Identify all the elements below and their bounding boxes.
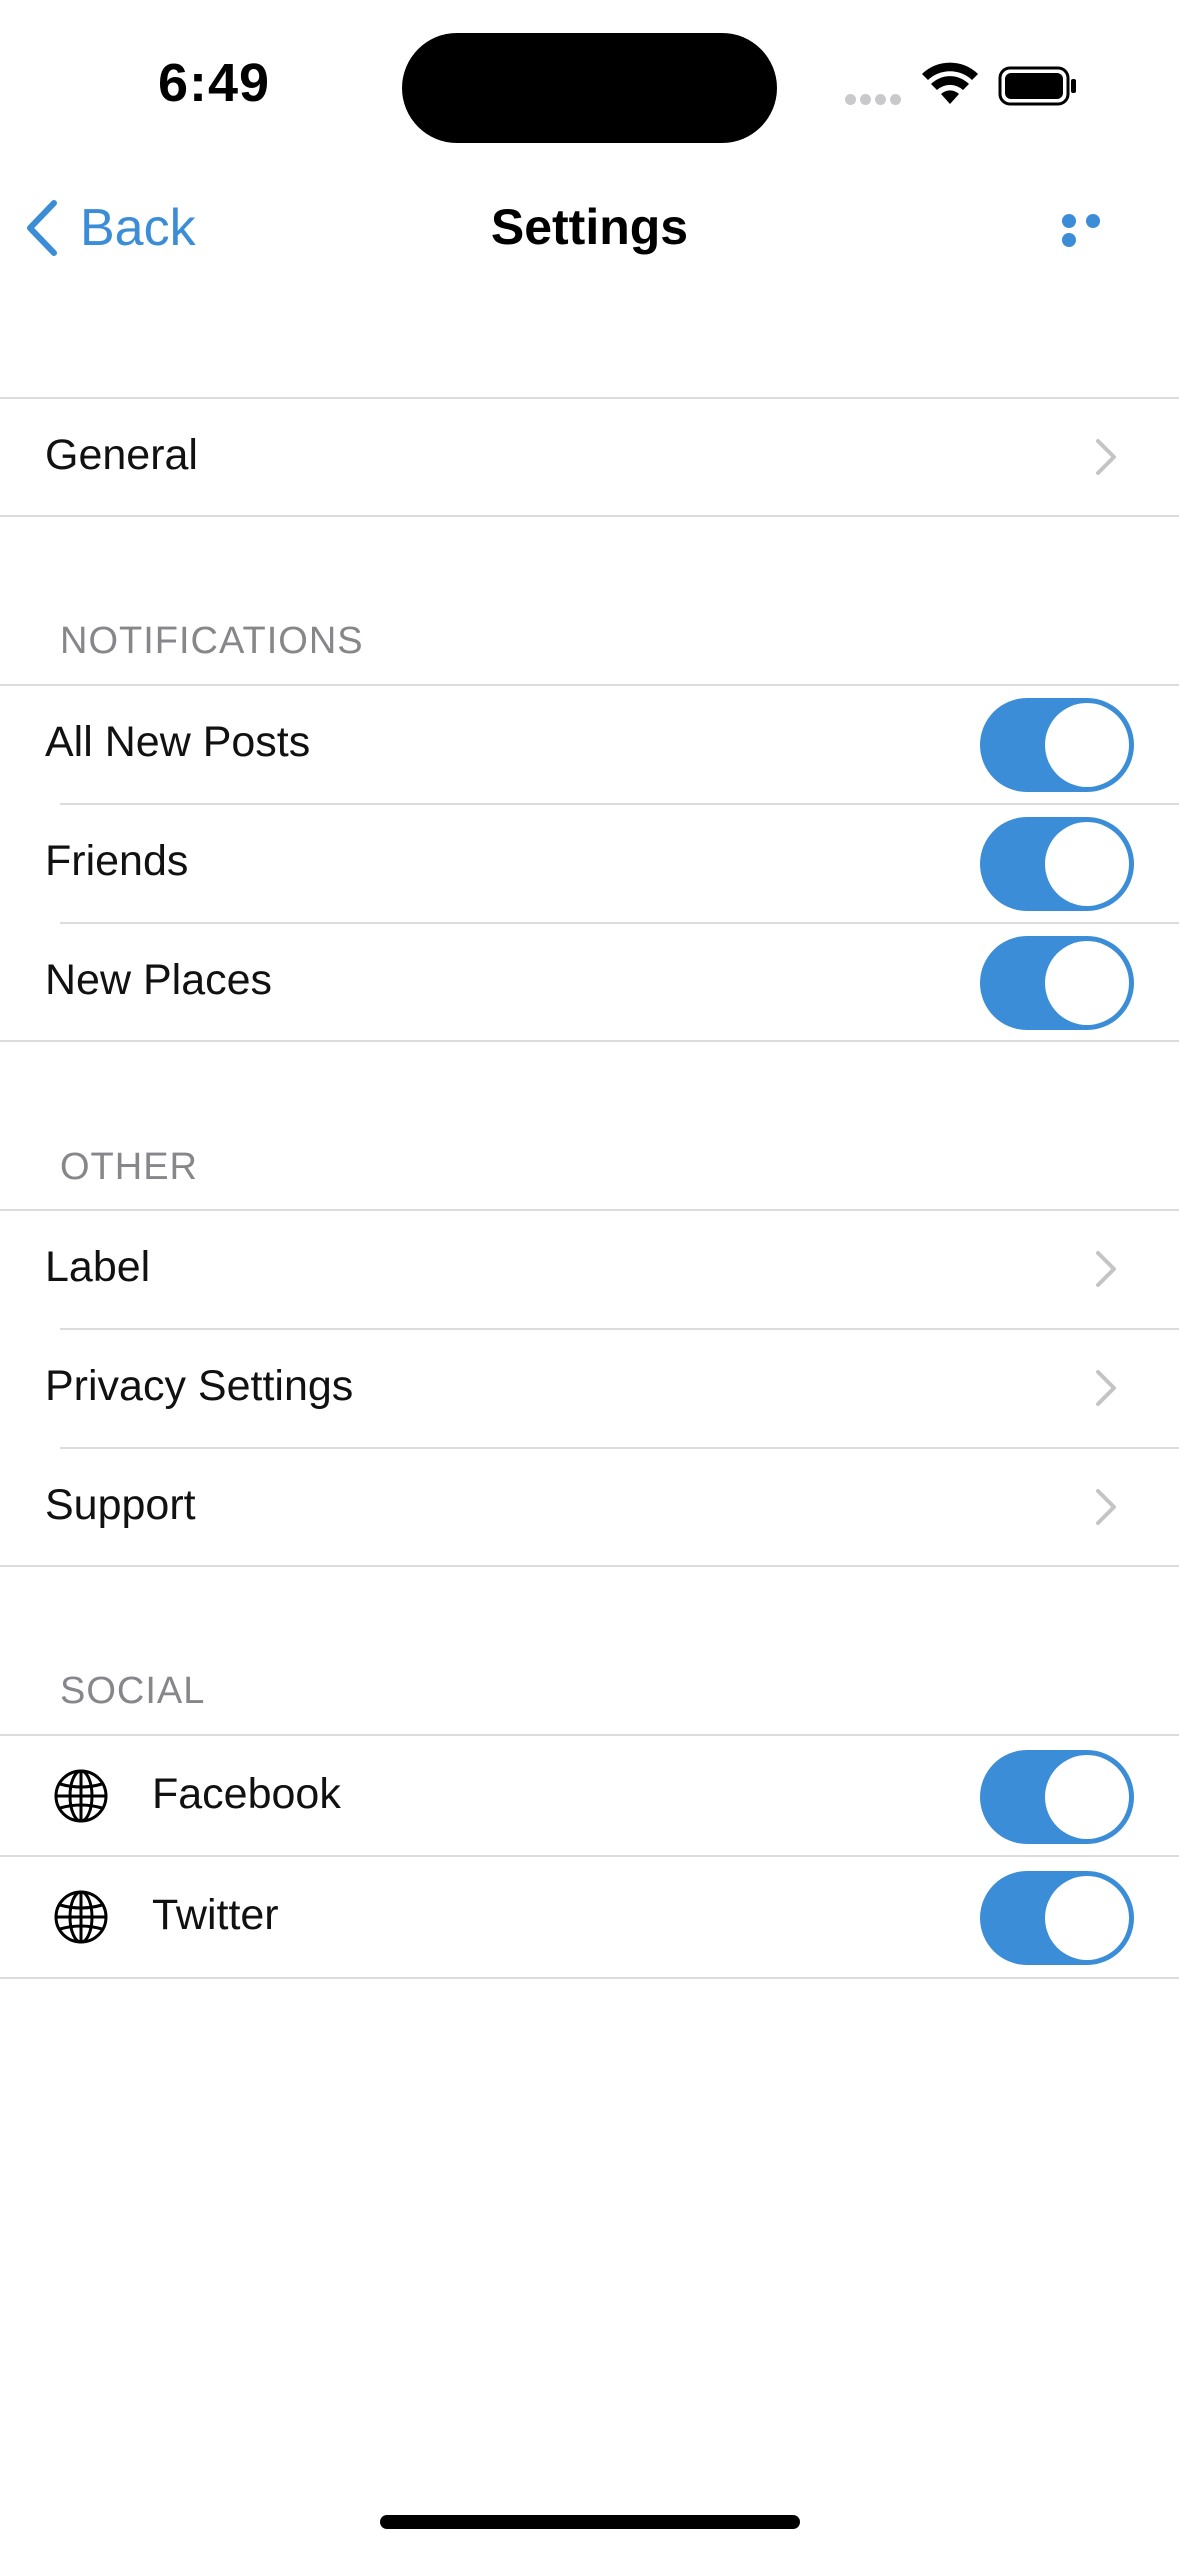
chevron-right-icon: [1096, 1370, 1116, 1406]
twitter-toggle[interactable]: [980, 1871, 1134, 1965]
friends-toggle[interactable]: [980, 817, 1134, 911]
row-twitter: Twitter: [0, 1857, 1179, 1977]
separator: [0, 1977, 1179, 1979]
row-friends: Friends: [0, 805, 1179, 922]
battery-icon: [998, 66, 1076, 106]
page-title: Settings: [490, 199, 689, 255]
row-label: All New Posts: [45, 718, 311, 766]
row-general[interactable]: General: [0, 399, 1179, 516]
row-label: Label: [45, 1243, 151, 1291]
globe-icon: [54, 1890, 108, 1944]
section-header-other: OTHER: [60, 1146, 198, 1188]
row-label: Support: [45, 1481, 196, 1529]
chevron-right-icon: [1096, 439, 1116, 475]
home-indicator[interactable]: [380, 2515, 800, 2529]
row-label: Twitter: [152, 1891, 279, 1939]
row-all-new-posts: All New Posts: [0, 686, 1179, 803]
separator: [0, 515, 1179, 517]
dynamic-island: [402, 33, 777, 143]
section-header-notifications: NOTIFICATIONS: [60, 620, 364, 662]
more-options-button[interactable]: [1062, 214, 1126, 247]
row-label-item[interactable]: Label: [0, 1211, 1179, 1328]
separator: [0, 1040, 1179, 1042]
row-new-places: New Places: [0, 924, 1179, 1041]
globe-icon: [54, 1769, 108, 1823]
status-time: 6:49: [158, 53, 271, 113]
wifi-icon: [922, 62, 978, 104]
all-new-posts-toggle[interactable]: [980, 698, 1134, 792]
chevron-right-icon: [1096, 1489, 1116, 1525]
chevron-right-icon: [1096, 1251, 1116, 1287]
row-support[interactable]: Support: [0, 1449, 1179, 1566]
row-facebook: Facebook: [0, 1736, 1179, 1856]
row-label: Friends: [45, 837, 189, 885]
cellular-signal-icon: [845, 92, 905, 106]
row-label: Facebook: [152, 1770, 341, 1818]
row-label: New Places: [45, 956, 273, 1004]
new-places-toggle[interactable]: [980, 936, 1134, 1030]
row-label: Privacy Settings: [45, 1362, 354, 1410]
row-label: General: [45, 431, 198, 479]
row-privacy-settings[interactable]: Privacy Settings: [0, 1330, 1179, 1447]
facebook-toggle[interactable]: [980, 1750, 1134, 1844]
section-header-social: SOCIAL: [60, 1670, 206, 1712]
separator: [0, 1565, 1179, 1567]
